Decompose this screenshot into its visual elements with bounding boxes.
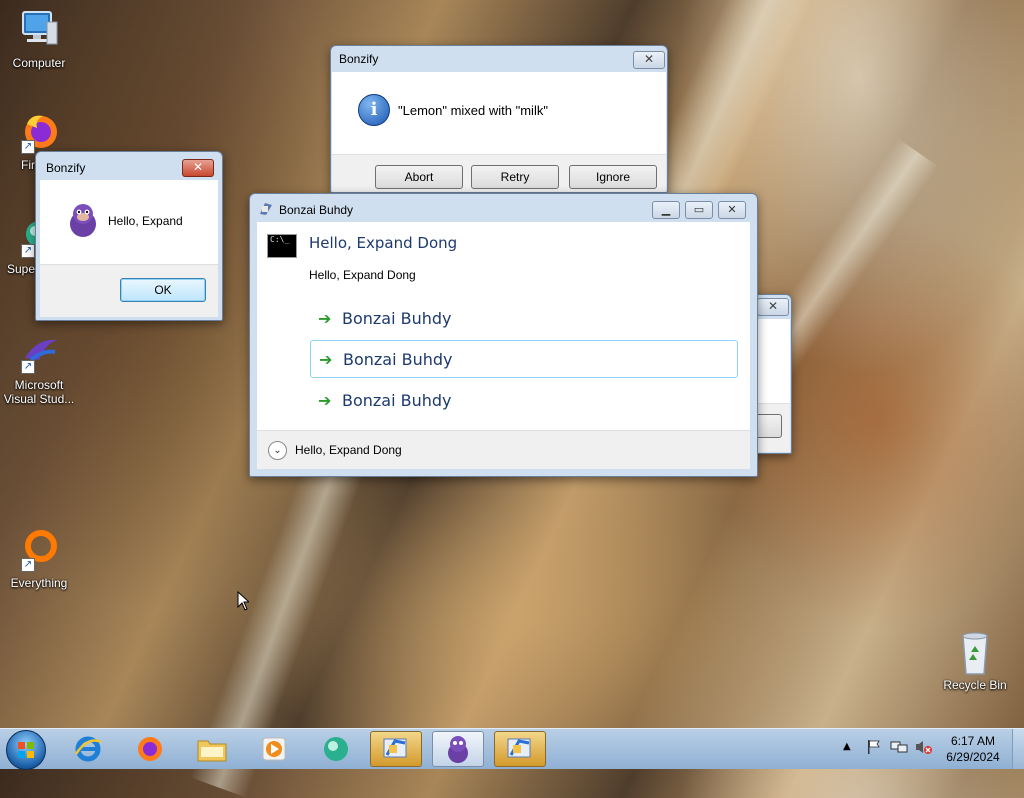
dialog-footer: OK (40, 264, 218, 317)
command-link-label: Bonzai Buhdy (342, 391, 452, 410)
everything-search-icon: ↗ (17, 528, 61, 572)
windows-logo-icon (18, 742, 34, 758)
shortcut-arrow-icon: ↗ (21, 140, 35, 154)
show-desktop-button[interactable] (1012, 729, 1024, 769)
firefox-icon (138, 737, 162, 761)
arrow-right-icon: ➔ (318, 391, 332, 410)
window-title: Bonzify (46, 161, 86, 175)
internet-explorer-icon (74, 736, 102, 762)
clock-time: 6:17 AM (950, 734, 996, 748)
shortcut-arrow-icon: ↗ (21, 360, 35, 374)
command-link[interactable]: ➔ Bonzai Buhdy (310, 300, 738, 338)
desktop-icon-label: Recycle Bin (943, 678, 1007, 692)
bonzify-abort-dialog: Bonzify ✕ i "Lemon" mixed with "milk" Ab… (330, 45, 668, 193)
window-title: Bonzify (339, 52, 379, 66)
close-button[interactable]: ✕ (182, 159, 214, 177)
close-button[interactable]: ✕ (633, 51, 665, 69)
window-title: Bonzai Buhdy (279, 203, 354, 217)
show-hidden-icons-button[interactable]: ▲ (843, 741, 851, 752)
computer-icon (17, 8, 61, 52)
shortcut-arrow-icon: ↗ (21, 558, 35, 572)
retry-button[interactable]: Retry (471, 165, 559, 189)
desktop-icon-visual-studio[interactable]: ↗ Microsoft Visual Stud... (1, 330, 77, 406)
taskbar-firefox[interactable] (124, 731, 176, 767)
taskbar-bonzify-active[interactable] (370, 731, 422, 767)
dialog-message: Hello, Expand (108, 214, 183, 228)
app-icon (324, 737, 348, 761)
task-dialog-footer: ⌄ Hello, Expand Dong (257, 430, 750, 469)
maximize-button[interactable]: ▭ (685, 201, 713, 219)
taskbar-internet-explorer[interactable] (62, 731, 114, 767)
desktop-icon-everything[interactable]: ↗ Everything (1, 528, 77, 590)
action-center-flag-icon[interactable] (866, 739, 882, 758)
desktop-icon-recycle-bin[interactable]: Recycle Bin (937, 630, 1013, 692)
command-link-label: Bonzai Buhdy (342, 309, 452, 328)
ok-button[interactable]: OK (120, 278, 206, 302)
arrow-right-icon: ➔ (318, 309, 332, 328)
taskbar-app-teal[interactable] (310, 731, 362, 767)
folder-icon (197, 740, 227, 762)
expander-label: Hello, Expand Dong (295, 443, 402, 457)
mouse-cursor-icon (237, 590, 251, 614)
bonzi-buddy-icon (66, 202, 100, 241)
taskbar-file-explorer[interactable] (186, 731, 238, 767)
bonzify-ok-dialog: Bonzify ✕ Hello, Expand OK (35, 151, 223, 321)
desktop-icon-label: Computer (12, 56, 66, 70)
desktop-icon-computer[interactable]: Computer (1, 8, 77, 70)
command-link[interactable]: ➔ Bonzai Buhdy (310, 382, 738, 420)
firefox-icon: ↗ (17, 110, 61, 154)
taskbar-bonzify[interactable] (494, 731, 546, 767)
close-button[interactable]: ✕ (718, 201, 746, 219)
command-link-label: Bonzai Buhdy (343, 350, 453, 369)
task-dialog-heading: Hello, Expand Dong (309, 234, 458, 252)
recycle-bin-icon (953, 630, 997, 675)
command-prompt-icon: C:\_ (267, 234, 297, 258)
start-button[interactable] (6, 730, 46, 770)
abort-button[interactable]: Abort (375, 165, 463, 189)
minimize-button[interactable]: ▁ (652, 201, 680, 219)
expand-chevron-button[interactable]: ⌄ (268, 441, 287, 460)
media-player-icon (262, 737, 286, 761)
bonzi-small-icon (259, 202, 273, 216)
bonzi-buddy-icon (448, 736, 468, 763)
dialog-body: Hello, Expand (40, 180, 218, 264)
dialog-body: i "Lemon" mixed with "milk" (332, 72, 666, 154)
clock-date: 6/29/2024 (946, 750, 1000, 764)
volume-muted-icon[interactable] (914, 739, 932, 758)
bonzify-icon (383, 738, 407, 758)
command-link[interactable]: ➔ Bonzai Buhdy (310, 340, 738, 378)
ignore-button[interactable]: Ignore (569, 165, 657, 189)
clock[interactable]: 6:17 AM 6/29/2024 (940, 733, 1006, 765)
task-dialog-body: C:\_ Hello, Expand Dong Hello, Expand Do… (257, 222, 750, 430)
close-button[interactable]: ✕ (757, 298, 789, 316)
desktop-icon-label: Microsoft Visual Stud... (3, 378, 75, 406)
dialog-footer: Abort Retry Ignore (332, 154, 666, 192)
desktop-icon-label: Everything (10, 576, 68, 590)
visual-studio-icon: ↗ (17, 330, 61, 374)
info-icon: i (358, 94, 390, 126)
bonzai-buhdy-task-dialog: Bonzai Buhdy ▁ ▭ ✕ C:\_ Hello, Expand Do… (249, 193, 758, 477)
dialog-message: "Lemon" mixed with "milk" (398, 103, 548, 118)
arrow-right-icon: ➔ (319, 350, 333, 369)
task-dialog-content: Hello, Expand Dong (309, 268, 416, 282)
network-icon[interactable] (890, 739, 908, 758)
taskbar: ▲ 6:17 AM 6/29/2024 (0, 728, 1024, 770)
taskbar-bonzi-buddy[interactable] (432, 731, 484, 767)
shortcut-arrow-icon: ↗ (21, 244, 35, 258)
taskbar-media-player[interactable] (248, 731, 300, 767)
bonzify-icon (507, 738, 531, 758)
